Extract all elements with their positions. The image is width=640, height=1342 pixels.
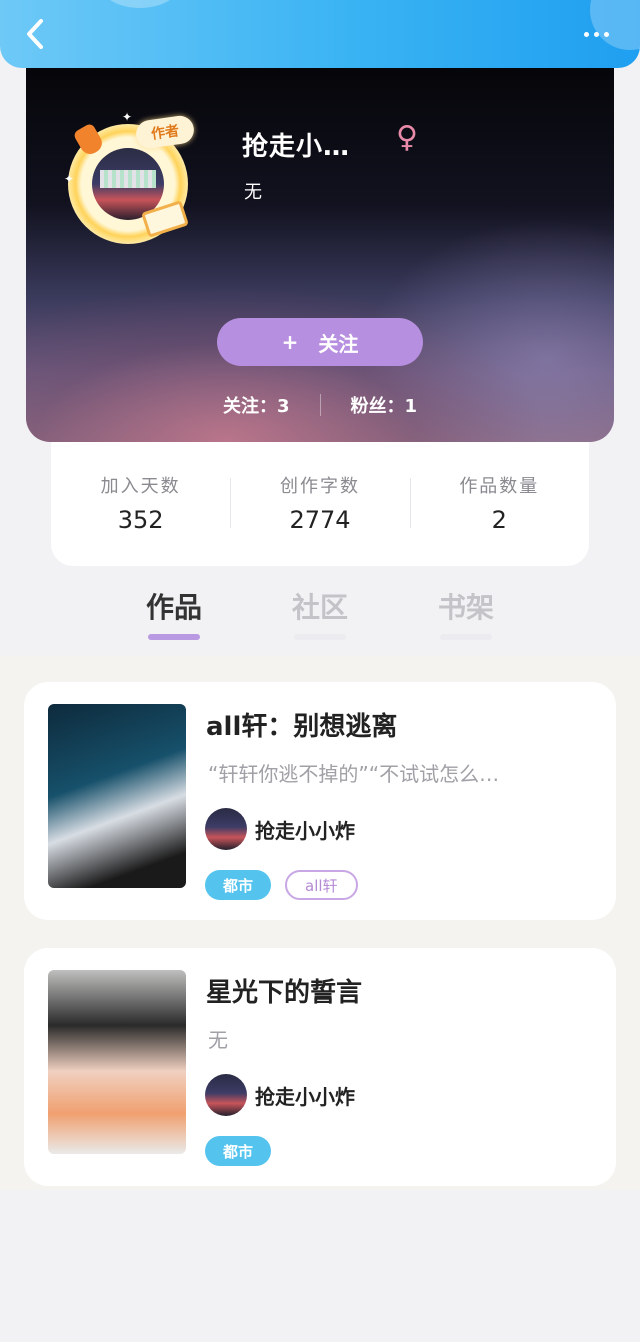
work-tags: 都市 (205, 1136, 272, 1166)
divider (319, 394, 321, 416)
plus-icon: + (281, 330, 299, 354)
more-dots-icon (583, 31, 589, 37)
avatar-stage-image (100, 170, 156, 188)
more-button[interactable] (578, 22, 614, 46)
tab-works[interactable]: 作品 (101, 580, 247, 656)
tab-indicator (440, 634, 492, 640)
work-author: 抢走小小炸 (205, 1074, 355, 1116)
work-title: 星光下的誓言 (206, 978, 363, 1008)
female-gender-icon: ♀ (396, 120, 418, 155)
work-card[interactable]: 星光下的誓言 无 抢走小小炸 都市 (24, 948, 616, 1186)
tab-bar: 作品 社区 书架 (0, 580, 640, 656)
username: 抢走小… (242, 132, 351, 162)
tab-indicator (294, 634, 346, 640)
author-name: 抢走小小炸 (255, 818, 355, 843)
follow-button-label: 关注 (318, 331, 359, 356)
work-description: 无 (208, 1028, 228, 1052)
more-dot (593, 31, 599, 37)
stat-label: 作品数量 (459, 476, 540, 497)
tab-indicator (148, 634, 200, 640)
chevron-left-icon (27, 19, 43, 49)
stat-word-count: 创作字数 2774 (230, 472, 409, 534)
genre-tag[interactable]: 都市 (205, 870, 272, 900)
author-name: 抢走小小炸 (255, 1084, 355, 1109)
work-tags: 都市 all轩 (205, 870, 358, 900)
stat-value: 352 (117, 506, 164, 534)
tab-label: 书架 (437, 591, 494, 624)
work-card[interactable]: all轩：别想逃离 “轩轩你逃不掉的”“不试试怎么… 抢走小小炸 都市 all轩 (24, 682, 616, 920)
author-avatar (205, 808, 247, 850)
tab-community[interactable]: 社区 (247, 580, 393, 656)
stat-label: 加入天数 (100, 476, 181, 497)
author-badge: 作者 (134, 114, 196, 150)
sparkle-icon: ✦ (122, 110, 133, 124)
profile-header: ✦ ✦ 作者 抢走小… ♀ 无 + 关注 关注：3 粉丝：1 (26, 60, 614, 442)
back-button[interactable] (18, 14, 52, 54)
follow-button[interactable]: + 关注 (217, 318, 423, 366)
stat-value: 2 (491, 506, 507, 534)
tab-label: 作品 (145, 591, 202, 624)
stat-works-count: 作品数量 2 (409, 472, 589, 534)
author-avatar (205, 1074, 247, 1116)
stat-value: 2774 (289, 506, 351, 534)
genre-tag[interactable]: 都市 (205, 1136, 272, 1166)
top-bar (0, 0, 640, 68)
works-list: all轩：别想逃离 “轩轩你逃不掉的”“不试试怎么… 抢走小小炸 都市 all轩… (0, 656, 640, 1190)
work-cover-image[interactable] (48, 704, 186, 888)
sparkle-icon: ✦ (64, 172, 75, 186)
stats-card: 加入天数 352 创作字数 2774 作品数量 2 (51, 430, 589, 566)
work-cover-image[interactable] (48, 970, 186, 1154)
work-description: “轩轩你逃不掉的”“不试试怎么… (208, 762, 500, 786)
work-author: 抢走小小炸 (205, 808, 355, 850)
following-count[interactable]: 关注：3 (223, 392, 290, 418)
work-title: all轩：别想逃离 (206, 712, 398, 742)
decor-bubble (100, 0, 180, 8)
tab-label: 社区 (291, 591, 348, 624)
tab-bookshelf[interactable]: 书架 (393, 580, 539, 656)
user-bio: 无 (244, 182, 262, 203)
topic-tag[interactable]: all轩 (285, 870, 358, 900)
follow-stats: 关注：3 粉丝：1 (26, 392, 614, 418)
fans-count[interactable]: 粉丝：1 (351, 392, 418, 418)
stat-join-days: 加入天数 352 (51, 472, 230, 534)
stat-label: 创作字数 (279, 476, 360, 497)
more-dot (603, 31, 609, 37)
